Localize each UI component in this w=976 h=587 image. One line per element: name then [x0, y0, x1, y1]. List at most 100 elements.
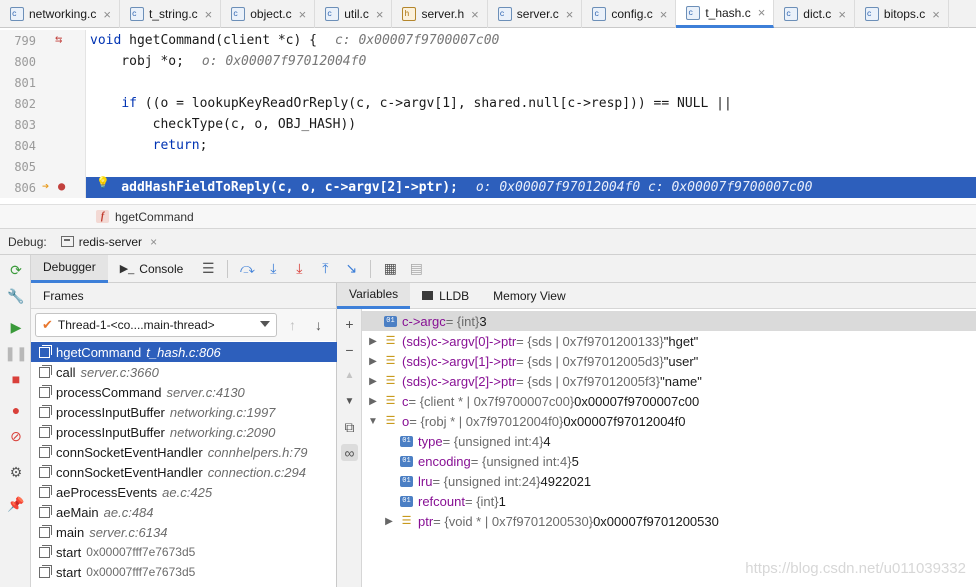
tab-file-4[interactable]: h server.h ×	[392, 0, 488, 28]
frame-row[interactable]: start 0x00007fff7e7673d5	[31, 562, 337, 582]
tab-debugger[interactable]: Debugger	[31, 254, 108, 283]
close-icon[interactable]: ×	[103, 7, 111, 22]
trace-icon[interactable]: ▤	[405, 258, 427, 280]
variable-row[interactable]: ▶ ☰ (sds)c->argv[1]->ptr = {sds | 0x7f9701…	[362, 351, 976, 371]
variable-row[interactable]: ▶ ☰ ptr = {void * | 0x7f9701200530} 0x0000…	[362, 511, 976, 531]
line-gutter[interactable]: 800	[0, 51, 86, 72]
code-line[interactable]: 800 robj *o; o: 0x00007f97012004f0	[0, 51, 976, 72]
variable-row[interactable]: ▶ ☰ (sds)c->argv[0]->ptr = {sds | 0x7f9701…	[362, 331, 976, 351]
collapse-icon[interactable]: ▼	[368, 416, 378, 427]
line-gutter[interactable]: 804	[0, 135, 86, 156]
run-to-cursor-icon[interactable]: ↘	[340, 258, 362, 280]
line-gutter[interactable]: 802	[0, 93, 86, 114]
frame-row[interactable]: processInputBuffer networking.c:1997	[31, 402, 337, 422]
variable-row[interactable]: ▶ ☰ c = {client * | 0x7f9700007c00} 0x0000…	[362, 391, 976, 411]
close-icon[interactable]: ×	[376, 7, 384, 22]
intention-bulb-icon[interactable]: 💡	[96, 176, 110, 189]
close-icon[interactable]: ×	[838, 7, 846, 22]
close-icon[interactable]: ×	[758, 5, 766, 20]
frame-row[interactable]: call server.c:3660	[31, 362, 337, 382]
frame-row[interactable]: main server.c:6134	[31, 522, 337, 542]
close-icon[interactable]: ×	[299, 7, 307, 22]
move-down-icon[interactable]: ▼	[341, 393, 358, 410]
code-editor[interactable]: 799 ⇆ void hgetCommand(client *c) {c: 0x00…	[0, 28, 976, 204]
code-line[interactable]: 804 return;	[0, 135, 976, 156]
thread-dropdown[interactable]: ✔ Thread-1-<co....main-thread>	[35, 313, 277, 337]
expand-icon[interactable]: ▶	[368, 376, 378, 387]
expand-icon[interactable]: ▶	[384, 516, 394, 527]
tab-file-0[interactable]: c networking.c ×	[0, 0, 120, 28]
close-icon[interactable]: ×	[205, 7, 213, 22]
variable-row[interactable]: ▼ ☰ o = {robj * | 0x7f97012004f0} 0x00007f…	[362, 411, 976, 431]
frame-row[interactable]: start 0x00007fff7e7673d5	[31, 542, 337, 562]
line-gutter[interactable]: 805	[0, 156, 86, 177]
line-gutter[interactable]: 799 ⇆	[0, 30, 86, 51]
code-line[interactable]: 799 ⇆ void hgetCommand(client *c) {c: 0x00…	[0, 30, 976, 51]
mute-breakpoints-icon[interactable]: ⊘	[7, 427, 25, 445]
breadcrumb[interactable]: f hgetCommand	[0, 204, 976, 229]
frame-row[interactable]: processCommand server.c:4130	[31, 382, 337, 402]
code-line[interactable]: 803 checkType(c, o, OBJ_HASH))	[0, 114, 976, 135]
remove-watch-icon[interactable]: −	[341, 341, 358, 358]
stop-icon[interactable]: ■	[7, 370, 25, 388]
code-line[interactable]: 802 if ((o = lookupKeyReadOrReply(c, c->…	[0, 93, 976, 114]
line-gutter[interactable]: 806 ➔ ●	[0, 177, 86, 198]
tab-file-6[interactable]: c config.c ×	[582, 0, 677, 28]
line-gutter[interactable]: 803	[0, 114, 86, 135]
arrow-down-icon[interactable]: ↓	[315, 317, 322, 333]
wrench-icon[interactable]: 🔧	[7, 287, 25, 305]
tab-file-5[interactable]: c server.c ×	[488, 0, 583, 28]
breakpoint-icon[interactable]: ●	[58, 179, 65, 193]
frame-row[interactable]: aeProcessEvents ae.c:425	[31, 482, 337, 502]
show-watches-icon[interactable]: ∞	[341, 444, 358, 461]
add-watch-icon[interactable]: +	[341, 315, 358, 332]
variable-row[interactable]: 01 type = {unsigned int:4} 4	[362, 431, 976, 451]
rerun-icon[interactable]: ⟳	[7, 261, 25, 279]
arrow-up-icon[interactable]: ↑	[289, 317, 296, 333]
variable-row[interactable]: 01 lru = {unsigned int:24} 4922021	[362, 471, 976, 491]
debug-session-tab[interactable]: redis-server ×	[60, 235, 157, 249]
frame-row[interactable]: hgetCommand t_hash.c:806	[31, 342, 337, 362]
tab-file-2[interactable]: c object.c ×	[221, 0, 316, 28]
frame-row[interactable]: connSocketEventHandler connection.c:294	[31, 462, 337, 482]
frame-row[interactable]: processInputBuffer networking.c:2090	[31, 422, 337, 442]
code-line[interactable]: 805	[0, 156, 976, 177]
settings-gear-icon[interactable]: ⚙	[7, 463, 25, 481]
implementation-icon[interactable]: ⇆	[55, 32, 62, 46]
tab-memory-view[interactable]: Memory View	[481, 283, 577, 309]
close-icon[interactable]: ×	[150, 235, 157, 249]
tab-lldb[interactable]: LLDB	[410, 283, 481, 309]
frame-row[interactable]: aeMain ae.c:484	[31, 502, 337, 522]
pause-icon[interactable]: ❚❚	[4, 344, 27, 362]
tab-variables[interactable]: Variables	[337, 282, 411, 309]
close-icon[interactable]: ×	[471, 7, 479, 22]
frame-row[interactable]: connSocketEventHandler connhelpers.h:79	[31, 442, 337, 462]
evaluate-expression-icon[interactable]: ▦	[379, 258, 401, 280]
force-step-into-icon[interactable]: ⤓	[288, 258, 310, 280]
tab-file-3[interactable]: c util.c ×	[315, 0, 393, 28]
close-icon[interactable]: ×	[932, 7, 940, 22]
expand-icon[interactable]: ▶	[368, 356, 378, 367]
step-over-icon[interactable]: ⤼	[236, 258, 258, 280]
step-out-icon[interactable]: ⤒	[314, 258, 336, 280]
tab-file-1[interactable]: c t_string.c ×	[120, 0, 222, 28]
close-icon[interactable]: ×	[660, 7, 668, 22]
expand-icon[interactable]: ▶	[368, 336, 378, 347]
copy-icon[interactable]: ⧉	[341, 419, 358, 436]
variable-row[interactable]: ▶ ☰ (sds)c->argv[2]->ptr = {sds | 0x7f9701…	[362, 371, 976, 391]
breadcrumb-function[interactable]: hgetCommand	[115, 210, 194, 224]
tab-file-7[interactable]: c t_hash.c ×	[676, 0, 775, 28]
tab-file-8[interactable]: c dict.c ×	[774, 0, 855, 28]
code-line[interactable]: 801	[0, 72, 976, 93]
tab-file-9[interactable]: c bitops.c ×	[855, 0, 949, 28]
execution-line[interactable]: 806 ➔ ● addHashFieldToReply(c, o, c->argv[…	[0, 177, 976, 198]
resume-icon[interactable]: ▶	[7, 318, 25, 336]
step-into-icon[interactable]: ⤓	[262, 258, 284, 280]
variable-row[interactable]: 01 c->argc = {int} 3	[362, 311, 976, 331]
tab-console[interactable]: ▶_ Console	[108, 255, 196, 283]
variable-row[interactable]: 01 encoding = {unsigned int:4} 5	[362, 451, 976, 471]
menu-icon[interactable]: ☰	[197, 258, 219, 280]
pin-icon[interactable]: 📌	[7, 495, 25, 513]
variable-row[interactable]: 01 refcount = {int} 1	[362, 491, 976, 511]
close-icon[interactable]: ×	[566, 7, 574, 22]
